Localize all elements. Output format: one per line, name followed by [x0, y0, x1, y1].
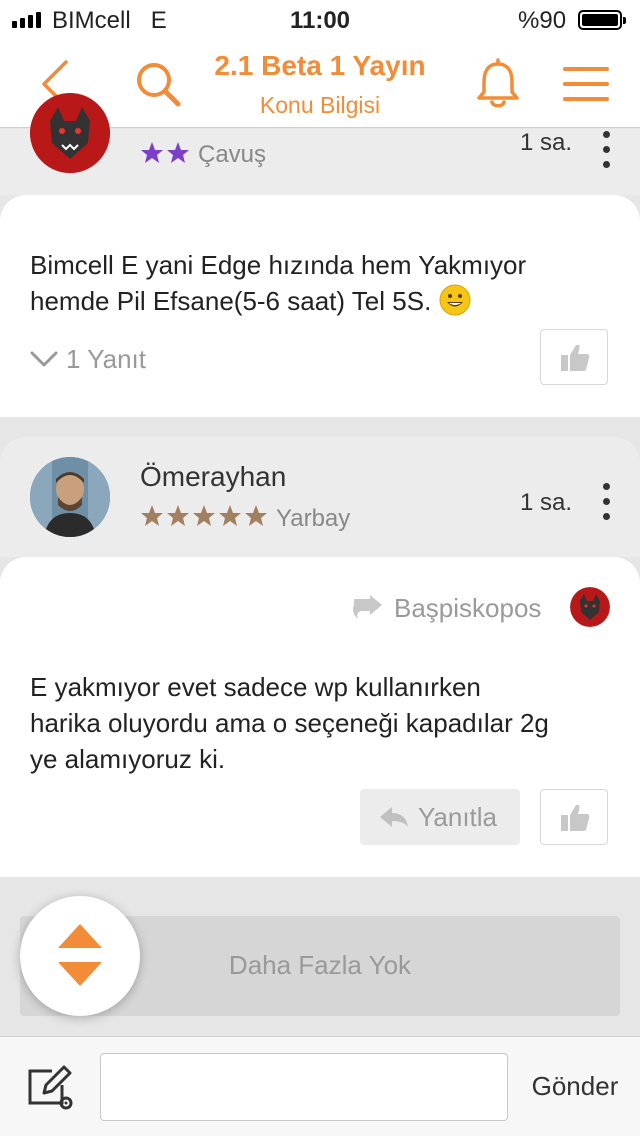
- more-options-icon[interactable]: [603, 483, 611, 528]
- thumbs-up-icon: [561, 345, 590, 371]
- search-icon[interactable]: [134, 60, 184, 110]
- post-message: E yakmıyor evet sadece wp kullanırken ha…: [30, 669, 620, 777]
- username[interactable]: Ömerayhan: [140, 461, 286, 493]
- like-button[interactable]: [540, 789, 608, 845]
- star-icon: [167, 142, 189, 163]
- user-rank: Yarbay: [276, 505, 351, 532]
- post-time: 1 sa.: [520, 129, 573, 156]
- thumbs-up-icon: [561, 805, 590, 831]
- battery-percent: %90: [518, 7, 567, 34]
- bell-icon[interactable]: [474, 58, 522, 110]
- post-card: Başpiskopos E yakmıyor evet sadece wp ku…: [0, 557, 640, 877]
- post-card: Bimcell E yani Edge hızında hem Yakmıyor…: [0, 195, 640, 417]
- message-input[interactable]: [100, 1053, 508, 1121]
- star-icon: [141, 142, 163, 163]
- more-options-icon[interactable]: [603, 131, 611, 176]
- compose-settings-icon[interactable]: [24, 1063, 76, 1113]
- wolf-avatar-icon: [570, 587, 610, 627]
- up-down-arrows-icon: [58, 924, 102, 986]
- status-bar: BIMcell E 11:00 %90: [0, 0, 640, 40]
- message-line: Bimcell E yani Edge hızında hem Yakmıyor: [30, 250, 527, 280]
- menu-icon[interactable]: [562, 64, 610, 104]
- wolf-avatar-icon: [30, 93, 110, 173]
- post-message: Bimcell E yani Edge hızında hem Yakmıyor…: [30, 247, 620, 319]
- rank-stars: [140, 141, 190, 165]
- post-header: Çavuş 1 sa.: [0, 93, 640, 195]
- reply-label: Yanıtla: [418, 802, 498, 832]
- replies-toggle[interactable]: 1 Yanıt: [30, 341, 146, 377]
- star-icon: [167, 505, 189, 526]
- message-line: hemde Pil Efsane(5-6 saat) Tel 5S.: [30, 286, 432, 316]
- reply-button[interactable]: Yanıtla: [360, 789, 520, 845]
- avatar[interactable]: [30, 457, 110, 537]
- post-time: 1 sa.: [520, 489, 573, 516]
- star-icon: [219, 505, 241, 526]
- like-button[interactable]: [540, 329, 608, 385]
- rank-stars: [140, 504, 268, 528]
- chevron-down-icon: [30, 351, 58, 367]
- quote-arrow-icon: [353, 595, 382, 619]
- page-title: 2.1 Beta 1 Yayın: [214, 50, 426, 81]
- quoted-user[interactable]: Başpiskopos: [394, 593, 541, 624]
- battery-icon: [578, 10, 626, 30]
- send-button[interactable]: Gönder: [520, 1071, 630, 1102]
- scroll-toggle-button[interactable]: [20, 896, 140, 1016]
- star-icon: [245, 505, 267, 526]
- post-header: Ömerayhan Yarbay 1 sa.: [0, 437, 640, 557]
- message-line: E yakmıyor evet sadece wp kullanırken: [30, 672, 481, 702]
- avatar[interactable]: [30, 93, 110, 173]
- user-rank: Çavuş: [198, 141, 267, 168]
- replies-label: 1 Yanıt: [66, 343, 146, 374]
- message-line: ye alamıyoruz ki.: [30, 744, 226, 774]
- message-line: harika oluyordu ama o seçeneği kapadılar…: [30, 708, 549, 738]
- composer-bar: Gönder: [0, 1036, 640, 1136]
- page-subtitle[interactable]: Konu Bilgisi: [208, 92, 432, 119]
- reply-arrow-icon: [380, 807, 408, 827]
- star-icon: [193, 505, 215, 526]
- smiley-emoji-icon: [439, 284, 471, 316]
- star-icon: [141, 505, 163, 526]
- quoted-user-avatar[interactable]: [570, 587, 610, 627]
- user-photo-icon: [30, 457, 110, 537]
